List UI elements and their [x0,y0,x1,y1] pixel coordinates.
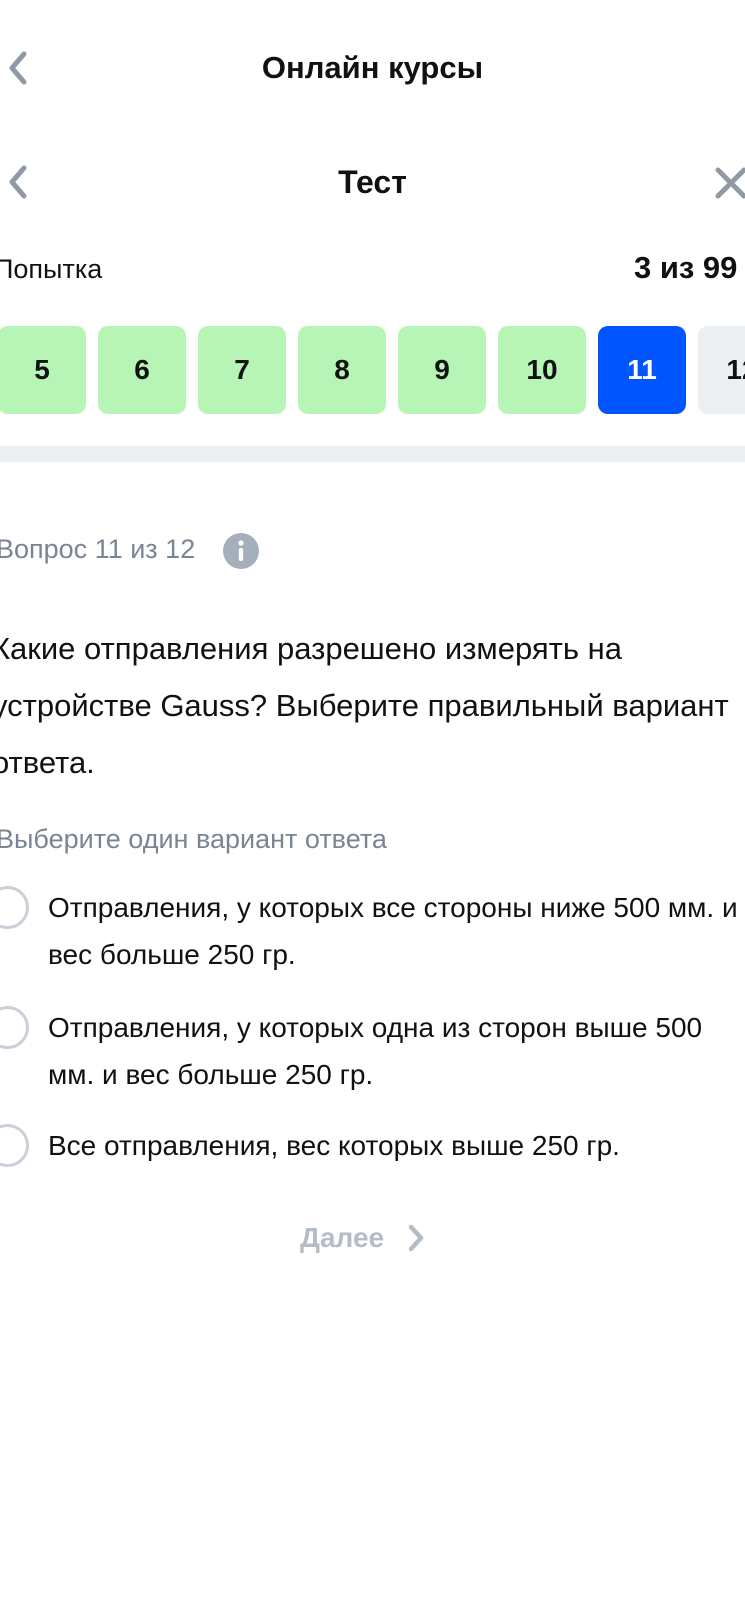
answer-option-text: Отправления, у которых все стороны ниже … [48,892,738,970]
next-button[interactable]: Далее [300,1218,426,1258]
answer-option-text: Отправления, у которых одна из сторон вы… [48,1012,703,1090]
info-button[interactable] [222,532,260,570]
test-header: Тест [0,140,745,220]
section-divider [0,446,745,462]
attempt-label: Попытка [0,254,103,284]
question-tile-11[interactable]: 11 [598,326,686,414]
attempt-value: 3 из 99 [634,250,738,285]
test-title: Тест [338,164,407,200]
info-icon [223,533,259,569]
page: Онлайн курсы Тест Попытка 3 из 99 5 6 7 … [0,0,745,1612]
radio-button[interactable] [0,1124,29,1167]
question-tiles: 5 6 7 8 9 10 11 12 [0,326,745,414]
answer-hint: Выберите один вариант ответа [0,824,387,854]
answer-option-text: Все отправления, вес которых выше 250 гр… [48,1130,620,1161]
question-tile-10[interactable]: 10 [498,326,586,414]
radio-button[interactable] [0,1006,29,1049]
question-tile-12[interactable]: 12 [698,326,745,414]
question-tile-8[interactable]: 8 [298,326,386,414]
radio-button[interactable] [0,886,29,929]
close-button[interactable] [712,164,745,204]
question-tile-7[interactable]: 7 [198,326,286,414]
chevron-right-icon [408,1224,424,1252]
close-icon [715,167,745,199]
question-tile-5[interactable]: 5 [0,326,86,414]
app-bar: Онлайн курсы [0,28,745,108]
next-label: Далее [300,1222,385,1253]
question-tile-9[interactable]: 9 [398,326,486,414]
app-title: Онлайн курсы [261,50,484,85]
question-tile-6[interactable]: 6 [98,326,186,414]
question-counter: Вопрос 11 из 12 [0,534,196,564]
question-text: Какие отправления разрешено измерять на … [0,631,729,780]
